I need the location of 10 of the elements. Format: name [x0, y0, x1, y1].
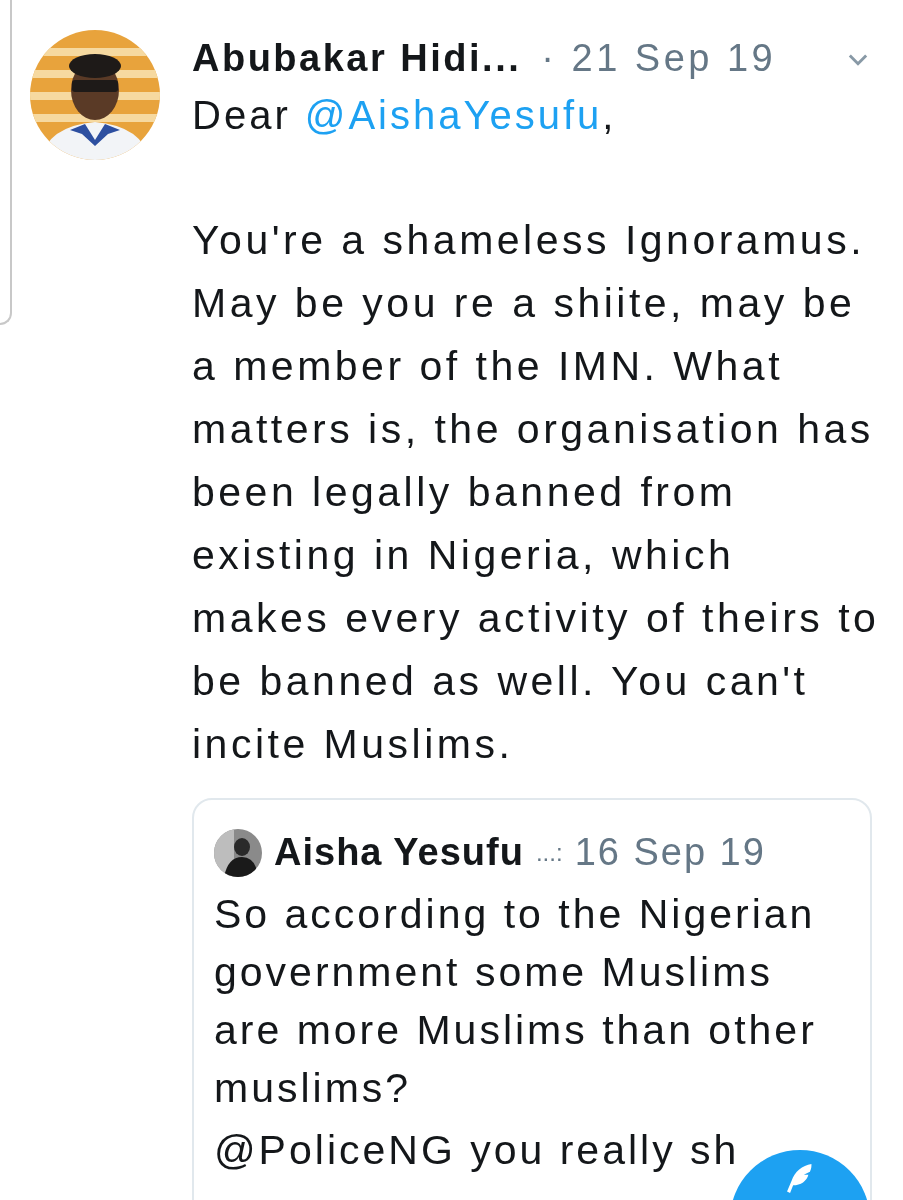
- greeting-text: Dear @AishaYesufu,: [192, 92, 618, 139]
- author-name: Abubakar Hidi...: [192, 36, 522, 81]
- quoted-tweet-text: @PoliceNG you really sh: [214, 1126, 740, 1175]
- quoted-author-name: Aisha Yesufu: [274, 830, 524, 875]
- quoted-tweet-text: So according to the Nigerian government some Muslims are more Muslims than other muslims?: [214, 890, 818, 1113]
- ellipsis-separator: ...:: [535, 837, 563, 868]
- quoted-tweet-date: 16 Sep 19: [574, 830, 766, 875]
- tweet-text: You're a shameless Ignoramus. May be you re a shiite, may be a member of the IMN. What matters is, the organisation has been legally banned from existing in Nigeria, which makes every activity of theirs to be banned as well. You can't incite Muslims.: [192, 216, 881, 769]
- feather-icon: [787, 1164, 813, 1193]
- tweet-date: · 21 Sep 19: [541, 36, 777, 81]
